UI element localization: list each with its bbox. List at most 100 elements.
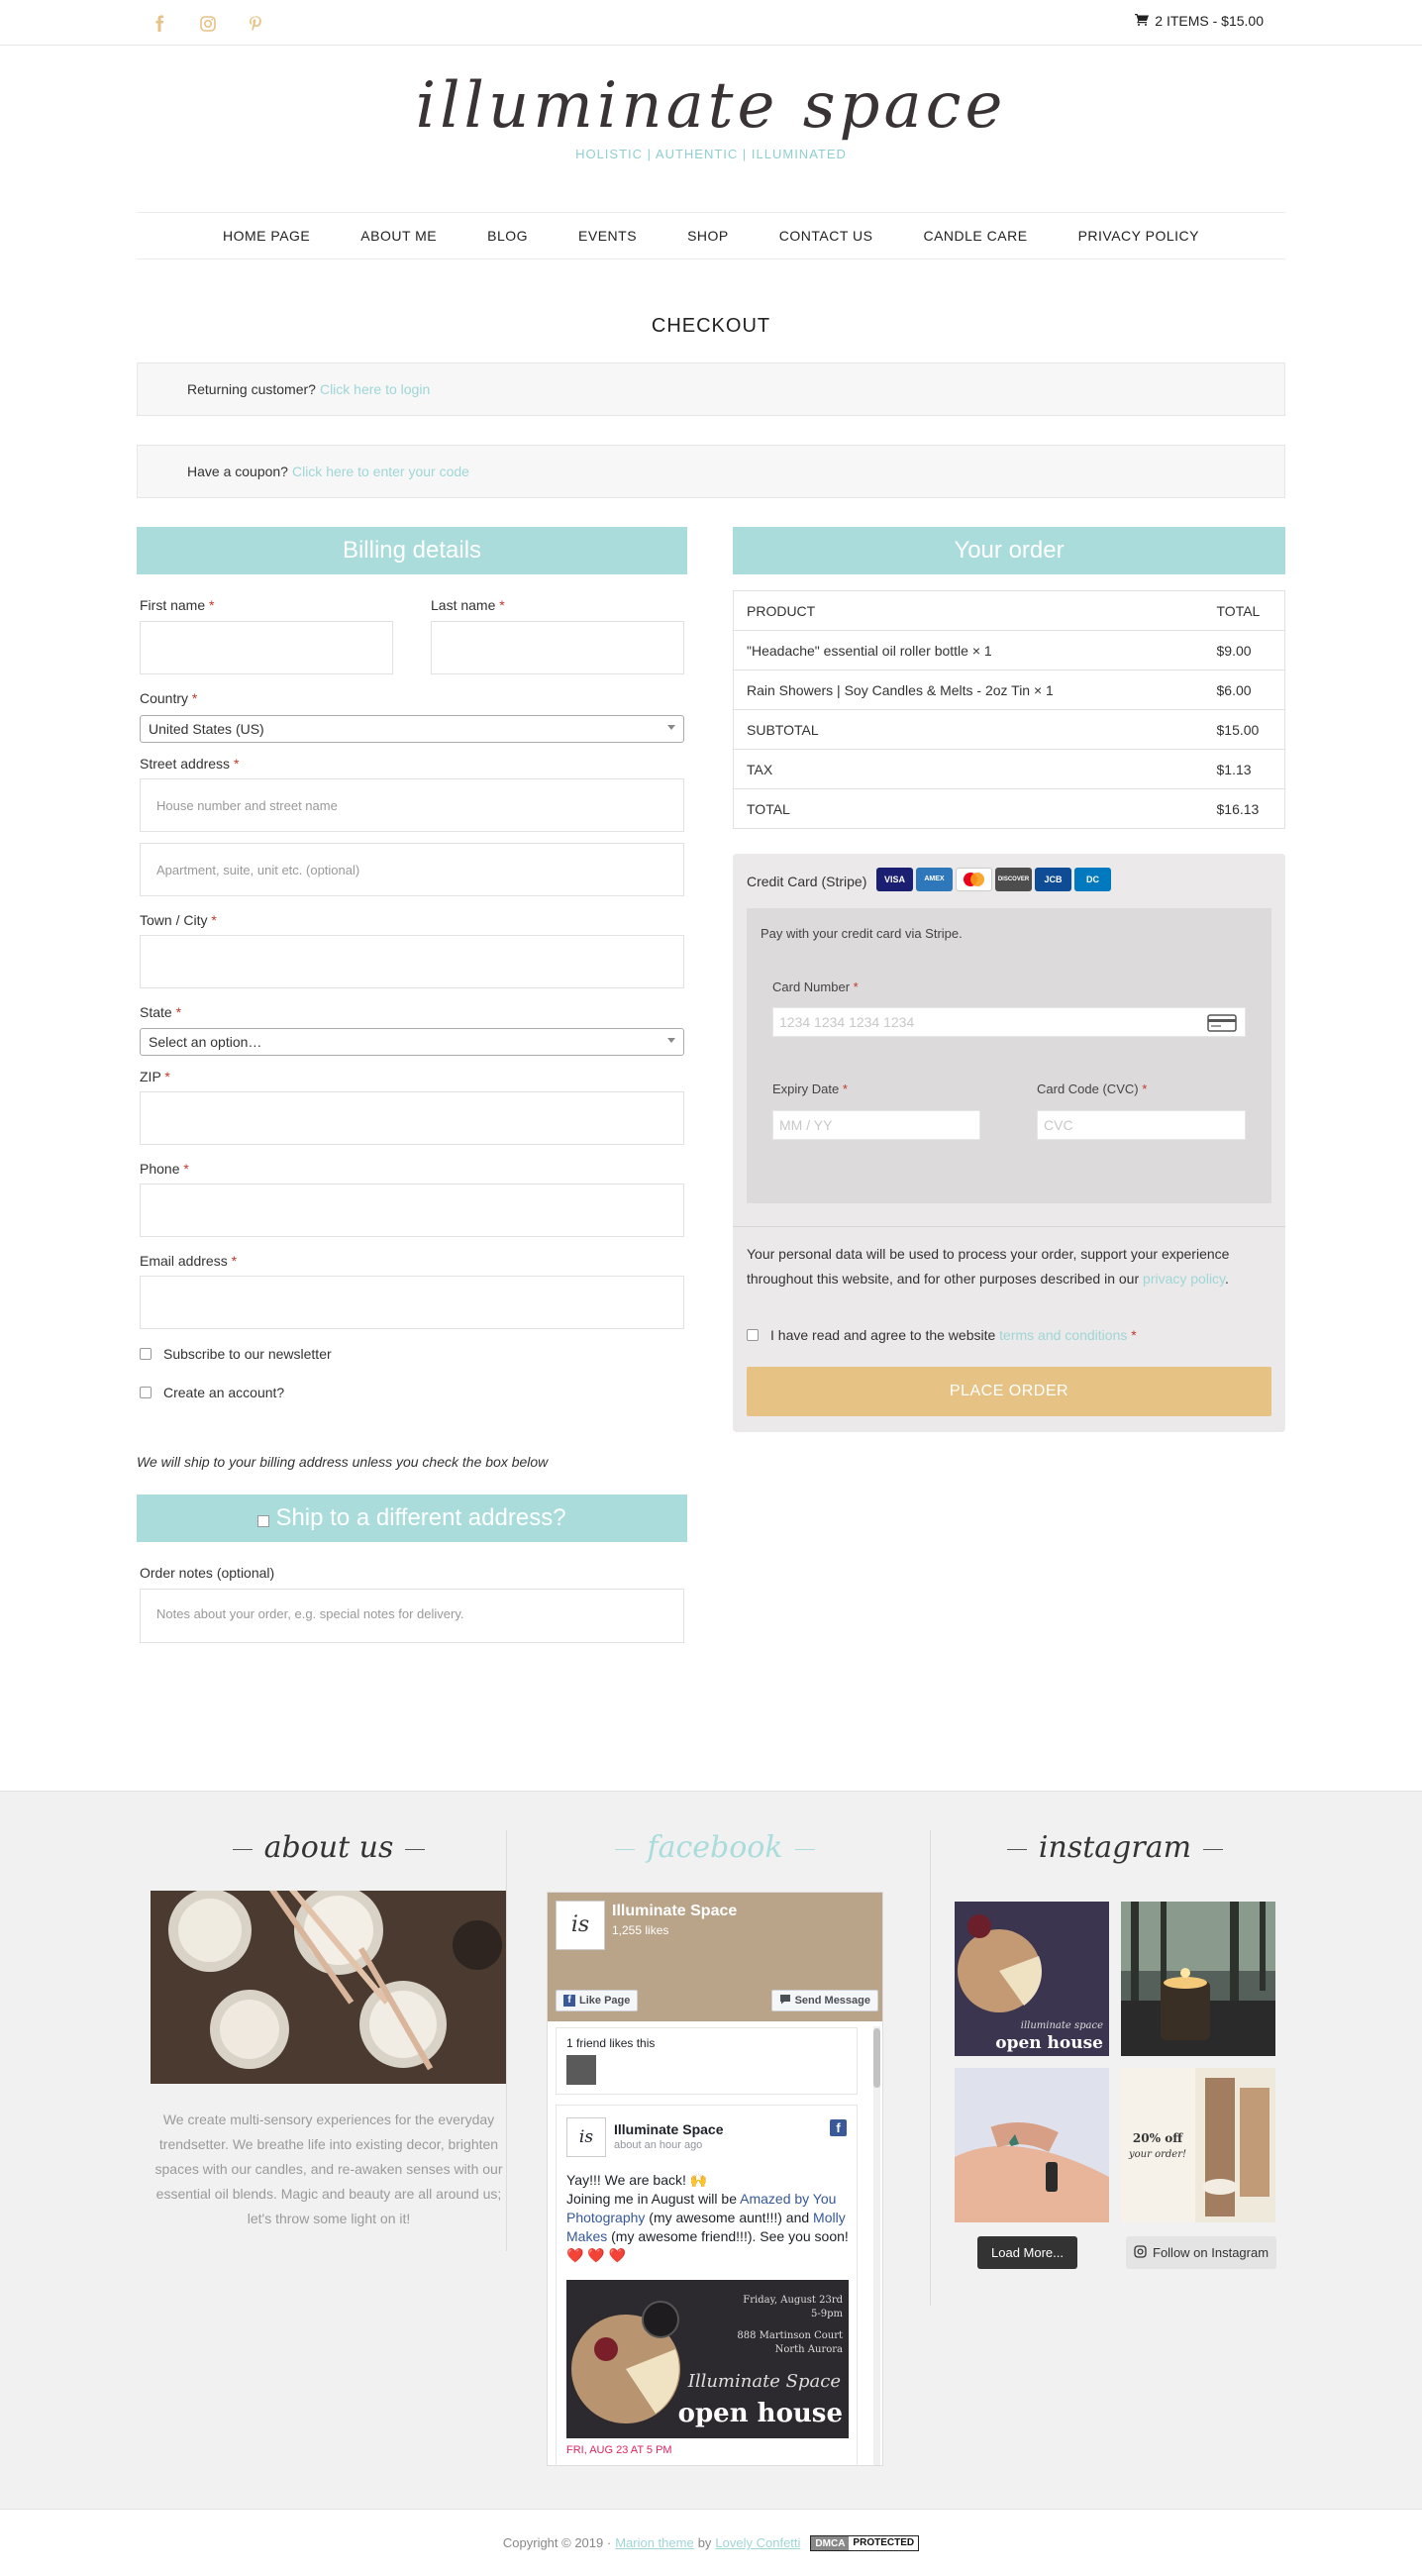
create-account-checkbox[interactable]: Create an account? — [140, 1385, 284, 1400]
author-link[interactable]: Lovely Confetti — [715, 2535, 800, 2550]
nav-blog[interactable]: BLOG — [487, 228, 528, 244]
fb-page-logo[interactable]: is — [556, 1901, 605, 1950]
first-name-field[interactable] — [140, 621, 393, 674]
instagram-grid: illuminate space open house 20% off your o… — [955, 1902, 1275, 2222]
last-name-field[interactable] — [431, 621, 684, 674]
svg-text:open house: open house — [995, 2033, 1103, 2053]
nav-candle-care[interactable]: CANDLE CARE — [923, 228, 1027, 244]
fb-photo-logo: Illuminate Space — [687, 2371, 841, 2392]
terms-link[interactable]: terms and conditions — [999, 1327, 1127, 1343]
dmca-badge[interactable]: DMCA PROTECTED — [810, 2534, 920, 2551]
checkbox-box[interactable] — [140, 1348, 152, 1360]
nav-privacy[interactable]: PRIVACY POLICY — [1078, 228, 1199, 244]
tax-label: TAX — [733, 749, 1204, 789]
fb-post-photo[interactable]: Friday, August 23rd 5-9pm 888 Martinson … — [566, 2280, 849, 2438]
instagram-photo[interactable]: 20% off your order! — [1121, 2068, 1275, 2222]
svg-text:illuminate space: illuminate space — [1021, 2020, 1103, 2031]
email-field[interactable] — [140, 1276, 684, 1329]
state-label: State * — [140, 1004, 182, 1020]
fb-likes: 1,255 likes — [612, 1923, 669, 1937]
nav-events[interactable]: EVENTS — [578, 228, 637, 244]
town-field[interactable] — [140, 935, 684, 988]
cart-icon — [1135, 13, 1150, 29]
coupon-link[interactable]: Click here to enter your code — [292, 464, 469, 479]
instagram-follow-button[interactable]: Follow on Instagram — [1126, 2236, 1277, 2269]
table-header-row: PRODUCT TOTAL — [733, 590, 1285, 631]
jcb-icon: JCB — [1035, 868, 1071, 891]
instagram-photo[interactable]: illuminate space open house — [955, 1902, 1109, 2056]
fb-like-button[interactable]: f Like Page — [556, 1990, 639, 2011]
nav-home[interactable]: HOME PAGE — [223, 228, 310, 244]
fb-photo-city: North Aurora — [774, 2344, 843, 2355]
fb-photo-title: open house — [677, 2399, 843, 2428]
fb-post-avatar[interactable]: is — [566, 2117, 606, 2157]
fb-photo-date: Friday, August 23rd — [743, 2295, 843, 2306]
theme-link[interactable]: Marion theme — [615, 2535, 693, 2550]
mastercard-icon — [956, 868, 992, 891]
nav-about[interactable]: ABOUT ME — [360, 228, 437, 244]
fb-post-message: Yay!!! We are back! 🙌 Joining me in Augu… — [566, 2172, 849, 2263]
ship-note: We will ship to your billing address unl… — [137, 1454, 549, 1470]
login-link[interactable]: Click here to login — [320, 381, 430, 397]
diners-icon: DC — [1074, 868, 1111, 891]
fb-friends-like: 1 friend likes this — [556, 2027, 858, 2095]
fb-send-message-button[interactable]: Send Message — [770, 1990, 878, 2011]
site-header: illuminate space HOLISTIC | AUTHENTIC | … — [0, 69, 1422, 161]
fb-cover-photo[interactable]: is Illuminate Space 1,255 likes f Like P… — [548, 1893, 882, 2021]
privacy-notice: Your personal data will be used to proce… — [747, 1246, 1230, 1287]
nav-contact[interactable]: CONTACT US — [779, 228, 873, 244]
chevron-down-icon — [667, 1038, 675, 1043]
instagram-photo[interactable] — [955, 2068, 1109, 2222]
nav-shop[interactable]: SHOP — [687, 228, 729, 244]
newsletter-checkbox[interactable]: Subscribe to our newsletter — [140, 1346, 332, 1362]
instagram-icon — [1134, 2244, 1147, 2261]
expiry-field[interactable]: MM / YY — [772, 1110, 980, 1140]
avatar[interactable] — [566, 2055, 596, 2085]
subtotal-row: SUBTOTAL $15.00 — [733, 709, 1285, 750]
instagram-icon[interactable] — [198, 14, 218, 34]
footer-divider — [506, 1830, 507, 2251]
ship-different-label: Ship to a different address? — [275, 1504, 566, 1531]
total-label: TOTAL — [747, 800, 790, 817]
pinterest-icon[interactable] — [246, 14, 265, 34]
instagram-photo[interactable] — [1121, 1902, 1275, 2056]
table-row: Rain Showers | Soy Candles & Melts - 2oz… — [733, 670, 1285, 710]
fb-scrollbar[interactable] — [873, 2026, 880, 2465]
cart-summary[interactable]: 2 ITEMS - $15.00 — [1135, 13, 1264, 29]
facebook-icon: f — [830, 2119, 847, 2136]
ship-different-toggle[interactable]: Ship to a different address? — [137, 1494, 687, 1542]
fb-post-time[interactable]: about an hour ago — [614, 2139, 702, 2151]
apartment-field[interactable]: Apartment, suite, unit etc. (optional) — [140, 843, 684, 896]
cvc-field[interactable]: CVC — [1037, 1110, 1246, 1140]
site-logo[interactable]: illuminate space — [0, 69, 1422, 143]
facebook-title: facebook — [547, 1830, 883, 1865]
checkbox-box[interactable] — [140, 1387, 152, 1398]
facebook-icon[interactable] — [151, 14, 170, 34]
privacy-policy-link[interactable]: privacy policy — [1143, 1271, 1225, 1287]
site-tagline: HOLISTIC | AUTHENTIC | ILLUMINATED — [575, 147, 847, 161]
country-select[interactable]: United States (US) — [140, 715, 684, 743]
facebook-icon: f — [563, 1995, 575, 2007]
fb-post-author[interactable]: Illuminate Space — [614, 2121, 723, 2137]
cart-text[interactable]: 2 ITEMS - $15.00 — [1155, 13, 1264, 29]
ship-different-checkbox[interactable] — [257, 1515, 270, 1527]
subtotal-label: SUBTOTAL — [733, 709, 1204, 750]
state-select[interactable]: Select an option… — [140, 1028, 684, 1056]
order-notes-label: Order notes (optional) — [140, 1565, 275, 1581]
card-number-field[interactable]: 1234 1234 1234 1234 — [772, 1007, 1246, 1037]
phone-field[interactable] — [140, 1184, 684, 1237]
place-order-button[interactable]: PLACE ORDER — [747, 1367, 1271, 1416]
street-field[interactable]: House number and street name — [140, 778, 684, 832]
item-total: $9.00 — [1203, 630, 1285, 670]
payment-method-label[interactable]: Credit Card (Stripe) — [747, 874, 866, 889]
zip-field[interactable] — [140, 1091, 684, 1145]
item-total: $6.00 — [1203, 670, 1285, 710]
amex-icon: AMEX — [916, 868, 953, 891]
terms-checkbox[interactable]: I have read and agree to the website ter… — [747, 1327, 1137, 1343]
fb-page-name[interactable]: Illuminate Space — [612, 1903, 737, 1920]
chevron-down-icon — [667, 725, 675, 730]
order-notes-field[interactable]: Notes about your order, e.g. special not… — [140, 1589, 684, 1643]
last-name-label: Last name * — [431, 597, 505, 613]
checkbox-box[interactable] — [747, 1329, 759, 1341]
instagram-load-more-button[interactable]: Load More... — [977, 2236, 1077, 2269]
